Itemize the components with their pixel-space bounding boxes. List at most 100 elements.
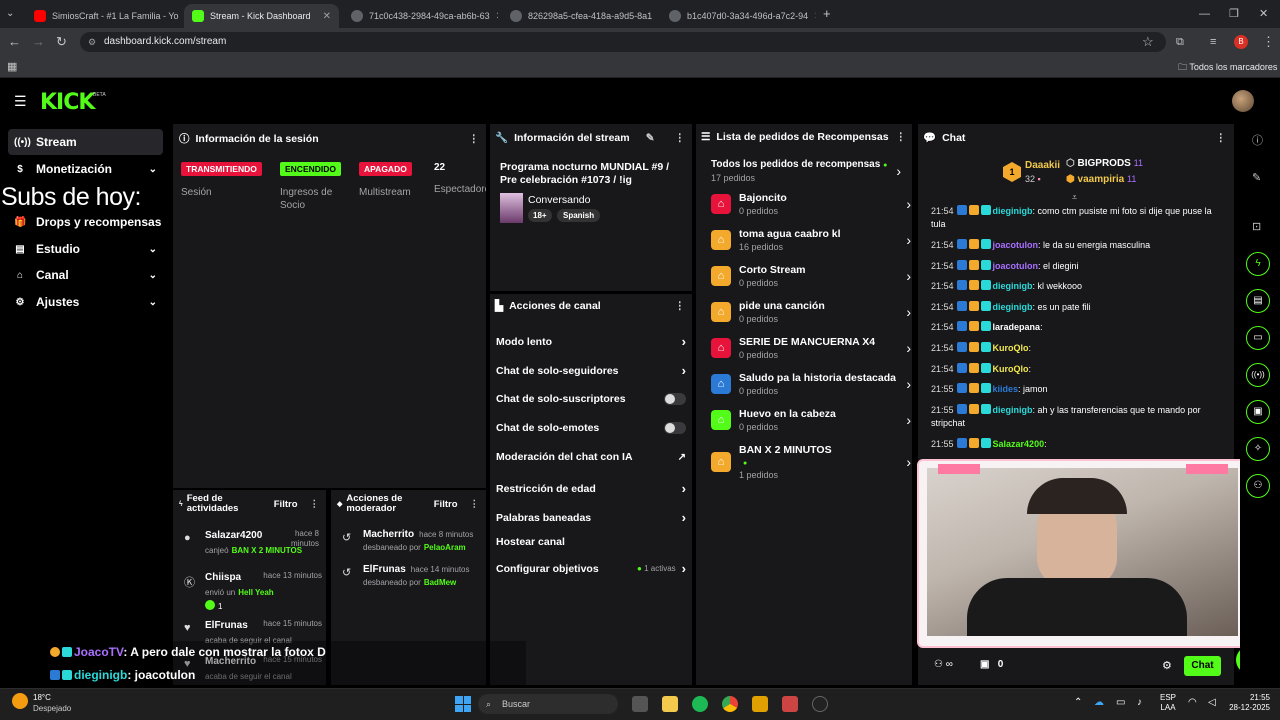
cloud-icon[interactable]: ☁ [1094,697,1104,708]
tab-3[interactable]: 71c0c438-2984-49ca-ab6b-63 ✕ [343,4,498,28]
chat-username[interactable]: dieginigb [993,281,1033,291]
chevron-up-icon[interactable]: ⌃ [1074,697,1082,708]
close-icon[interactable]: ✕ [814,11,816,22]
chat-username[interactable]: KuroQlo [993,364,1029,374]
display-icon[interactable]: ▭ [1116,697,1125,708]
reward-row[interactable]: ⌂ Huevo en la cabeza 0 pedidos › [711,408,911,432]
more-options-icon[interactable]: ⋮ [1216,132,1227,144]
forward-icon[interactable]: → [32,32,45,52]
filter-button[interactable]: Filtro [274,499,298,510]
browser-menu-icon[interactable]: ⋮ [1262,32,1275,52]
media-icon[interactable]: ≡ [1210,32,1216,52]
taskbar-search[interactable]: ⌕ Buscar [478,694,618,714]
document-icon[interactable]: ▤ [1246,289,1270,313]
action-configure-goals[interactable]: Configurar objetivos ● 1 activas › [496,561,686,576]
mic-icon[interactable]: ♪ [1137,697,1142,708]
url-input[interactable]: ⚙ dashboard.kick.com/stream [80,32,1166,52]
more-options-icon[interactable]: ⋮ [675,300,686,312]
more-options-icon[interactable]: ⋮ [896,131,907,143]
sidebar-item-canal[interactable]: ⌂ Canal ⌄ [8,262,163,288]
bookmark-star-icon[interactable]: ☆ [1142,32,1154,52]
more-options-icon[interactable]: ⋮ [469,133,480,145]
more-options-icon[interactable]: ⋮ [310,499,320,510]
tab-list-icon[interactable]: ⌄ [6,4,14,24]
chat-icon[interactable]: ▭ [1246,326,1270,350]
chat-username[interactable]: dieginigb [993,405,1033,415]
chat-username[interactable]: joacotulon [993,240,1039,250]
task-view-icon[interactable] [632,696,648,712]
all-bookmarks[interactable]: 🗀 Todos los marcadores [1178,60,1277,76]
mod-user[interactable]: ElFrunas [363,564,406,575]
chat-username[interactable]: Salazar4200 [993,439,1045,449]
volume-icon[interactable]: ◁ [1208,697,1216,708]
app-icon[interactable] [782,696,798,712]
reward-row[interactable]: ⌂ Corto Stream 0 pedidos › [711,264,911,288]
lightning-icon[interactable]: ϟ [1246,252,1270,276]
chat-username[interactable]: kiides [993,384,1019,394]
users-icon[interactable]: ⚇ ∞ [934,659,953,670]
chat-username[interactable]: KuroQlo [993,343,1029,353]
action-host-channel[interactable]: Hostear canal [496,536,686,548]
mod-user[interactable]: Macherrito [363,529,414,540]
tab-1[interactable]: SimiosCraft - #1 La Familia - Yo ✕ [26,4,181,28]
activity-user[interactable]: ElFrunas [205,620,248,631]
windows-start-icon[interactable] [455,696,471,712]
tab-5[interactable]: b1c407d0-3a34-496d-a7c2-94 ✕ [661,4,816,28]
profile-avatar[interactable]: B [1234,35,1248,49]
close-icon[interactable]: ✕ [496,11,498,22]
window-close-icon[interactable]: ✕ [1259,4,1268,24]
close-icon[interactable]: ✕ [323,11,331,22]
extensions-icon[interactable]: ⧉ [1176,32,1184,52]
action-age-restriction[interactable]: Restricción de edad › [496,481,686,496]
activity-user[interactable]: Salazar4200 [205,530,262,541]
site-info-icon[interactable]: ⚙ [88,32,96,52]
chat-username[interactable]: dieginigb [993,302,1033,312]
expand-icon[interactable]: ⩡ [1072,192,1077,203]
all-rewards-row[interactable]: Todos los pedidos de recompensas ● 17 pe… [711,159,901,183]
chat-username[interactable]: joacotulon [993,261,1039,271]
tab-4[interactable]: 826298a5-cfea-418a-a9d5-8a1 ✕ [502,4,657,28]
reward-row[interactable]: ⌂ Bajoncito 0 pedidos › [711,192,911,216]
reward-row[interactable]: ⌂ Saludo pa la historia destacada 0 pedido… [711,372,911,396]
user-avatar[interactable] [1232,90,1254,112]
action-ai-moderation[interactable]: Moderación del chat con IA ↗ [496,451,686,463]
chat-settings-icon[interactable]: ⚙ [1162,659,1172,672]
tab-2[interactable]: Stream - Kick Dashboard ✕ [184,4,339,28]
mod-by[interactable]: BadMew [424,578,456,587]
chat-username[interactable]: dieginigb [993,206,1033,216]
edit-icon[interactable]: ✎ [1252,168,1261,188]
hamburger-menu-icon[interactable]: ☰ [14,93,27,110]
reward-row[interactable]: ⌂ pide una canción 0 pedidos › [711,300,911,324]
language-indicator[interactable]: ESP LAA [1160,693,1176,713]
activity-user[interactable]: Chiispa [205,572,241,583]
edit-icon[interactable]: ✎ [646,132,655,144]
sidebar-item-monetizacion[interactable]: $ Monetización ⌄ [8,156,163,182]
store-icon[interactable]: ▣ [1246,400,1270,424]
new-tab-icon[interactable]: + [823,4,831,24]
store-icon[interactable]: ▣ [980,659,992,670]
sidebar-item-stream[interactable]: ((•)) Stream [8,129,163,155]
kick-logo[interactable]: KICK [40,90,95,115]
info-icon[interactable]: ⓘ [1252,131,1263,151]
clock[interactable]: 21:55 28-12-2025 [1222,693,1270,713]
apps-grid-icon[interactable]: ▦ [7,57,17,77]
mod-by[interactable]: PelaoAram [424,543,466,552]
app-icon[interactable] [752,696,768,712]
wifi-icon[interactable]: ◠ [1188,697,1197,708]
maximize-icon[interactable]: ❐ [1229,4,1239,24]
action-banned-words[interactable]: Palabras baneadas › [496,510,686,525]
reload-icon[interactable]: ↻ [56,32,67,52]
chat-send-button[interactable]: Chat [1184,656,1221,676]
subscribers-only-toggle[interactable] [664,393,686,405]
back-icon[interactable]: ← [8,32,21,52]
wrench-icon[interactable]: ✧ [1246,437,1270,461]
file-explorer-icon[interactable] [662,696,678,712]
action-slow-mode[interactable]: Modo lento › [496,334,686,349]
reward-row[interactable]: ⌂ BAN X 2 MINUTOS ● 1 pedidos › [711,444,911,480]
action-followers-only[interactable]: Chat de solo-seguidores › [496,363,686,378]
broadcast-icon[interactable]: ((•)) [1246,363,1270,387]
reward-row[interactable]: ⌂ SERIE DE MANCUERNA X4 0 pedidos › [711,336,911,360]
chrome-icon[interactable] [722,696,738,712]
more-options-icon[interactable]: ⋮ [675,132,686,144]
weather-icon[interactable] [12,693,28,709]
